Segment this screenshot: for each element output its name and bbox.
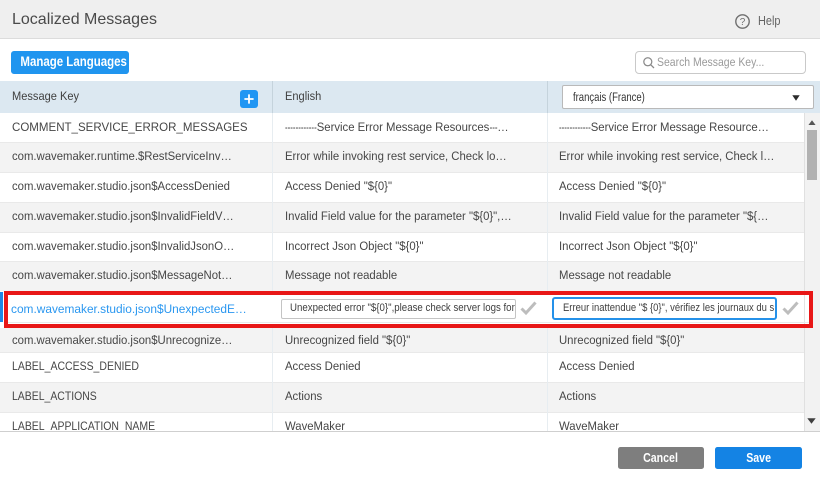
svg-text:?: ? (740, 17, 746, 28)
